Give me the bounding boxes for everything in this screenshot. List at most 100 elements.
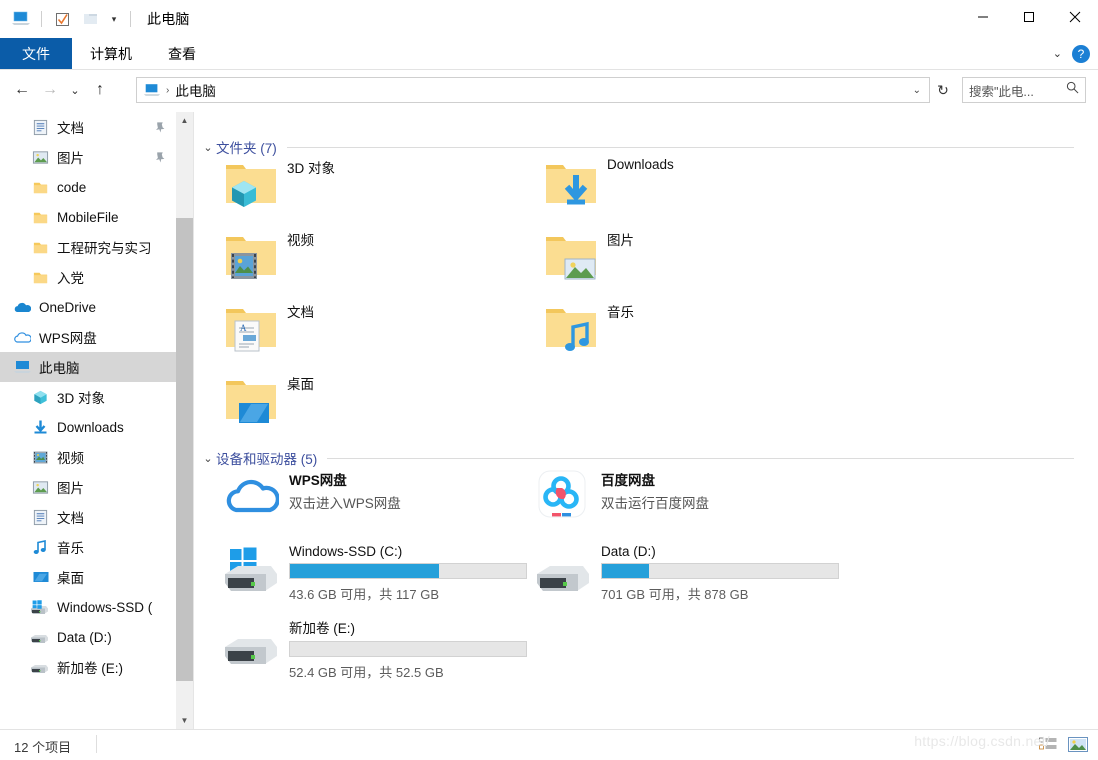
refresh-button[interactable]: ↻	[932, 79, 954, 101]
sidebar-item-label: 此电脑	[39, 361, 80, 376]
up-button[interactable]: ↑	[86, 76, 114, 104]
chevron-down-icon-folders[interactable]: ⌄	[200, 141, 216, 154]
content-pane: ⌄ 文件夹 (7) ⌄ 设备和驱动器 (5) 3D 对象 Downloads 视频 图…	[194, 112, 1098, 729]
drive-icon	[223, 617, 283, 673]
window-title: 此电脑	[147, 11, 190, 27]
downloads-icon	[30, 417, 50, 437]
details-view-button[interactable]	[1036, 733, 1060, 755]
sidebar-item-[interactable]: 工程研究与实习	[0, 232, 176, 262]
tab-file[interactable]: 文件	[0, 38, 72, 69]
drive-item[interactable]: Data (D:) 701 GB 可用，共 878 GB	[535, 544, 839, 603]
drive-name: Data (D:)	[601, 544, 656, 559]
sidebar-scrollbar[interactable]: ▲ ▼	[176, 112, 193, 729]
pin-icon[interactable]	[154, 151, 166, 163]
breadcrumb-separator[interactable]: ›	[166, 85, 169, 96]
sidebar-item-3d[interactable]: 3D 对象	[0, 382, 176, 412]
sidebar-item-wps[interactable]: WPS网盘	[0, 322, 176, 352]
address-input[interactable]: › 此电脑 ⌄	[136, 77, 930, 103]
quick-access-toolbar: ▾ 此电脑	[0, 0, 190, 38]
sidebar-item-[interactable]: 此电脑	[0, 352, 176, 382]
breadcrumb-this-pc[interactable]: 此电脑	[175, 80, 216, 100]
drive-item[interactable]: 新加卷 (E:) 52.4 GB 可用，共 52.5 GB	[223, 617, 527, 681]
folder-documents-icon: A	[223, 301, 279, 357]
sidebar-item-mobilefile[interactable]: MobileFile	[0, 202, 176, 232]
sidebar-item-label: 图片	[57, 481, 84, 496]
folder-tile[interactable]: 3D 对象	[223, 157, 335, 213]
group-header-devices[interactable]: ⌄ 设备和驱动器 (5)	[200, 448, 1080, 468]
help-icon[interactable]: ?	[1072, 44, 1090, 63]
sidebar-item-[interactable]: 文档	[0, 502, 176, 532]
sidebar-item-[interactable]: 图片	[0, 472, 176, 502]
sidebar-item-[interactable]: 桌面	[0, 562, 176, 592]
folder-tile[interactable]: 图片	[543, 229, 634, 285]
cloud-drive-item[interactable]: WPS网盘 双击进入WPS网盘	[223, 469, 401, 521]
drive-icon	[30, 627, 50, 647]
cloud-drive-name: 百度网盘	[601, 473, 655, 488]
maximize-button[interactable]	[1006, 0, 1052, 34]
sidebar-item-onedrive[interactable]: OneDrive	[0, 292, 176, 322]
sidebar-item-label: Downloads	[57, 419, 124, 435]
sidebar-item-code[interactable]: code	[0, 172, 176, 202]
tab-view[interactable]: 查看	[150, 38, 214, 69]
drive-icon	[535, 544, 595, 600]
quick-access-dropdown-caret[interactable]: ▾	[107, 14, 121, 24]
large-icons-view-button[interactable]	[1066, 733, 1090, 755]
tab-computer[interactable]: 计算机	[72, 38, 150, 69]
group-label-devices: 设备和驱动器 (5)	[216, 452, 318, 467]
drive-name: Windows-SSD (C:)	[289, 544, 403, 559]
search-input[interactable]: 搜索"此电...	[962, 77, 1086, 103]
navigation-pane[interactable]: 文档 图片 code MobileFile 工程研究与实习 入党 OneDrive WPS网盘…	[0, 112, 176, 729]
documents-icon	[30, 117, 50, 137]
folder-icon	[30, 177, 50, 197]
drive-item[interactable]: Windows-SSD (C:) 43.6 GB 可用，共 117 GB	[223, 544, 527, 603]
onedrive-icon	[12, 297, 32, 317]
pin-icon[interactable]	[154, 121, 166, 133]
status-divider	[96, 735, 97, 753]
close-button[interactable]	[1052, 0, 1098, 34]
folder-tile[interactable]: 音乐	[543, 301, 634, 357]
chevron-down-icon-devices[interactable]: ⌄	[200, 452, 216, 465]
scrollbar-thumb[interactable]	[176, 218, 193, 681]
sidebar-item-[interactable]: 音乐	[0, 532, 176, 562]
drive-capacity-fill	[290, 564, 439, 578]
sidebar-item-data-d[interactable]: Data (D:)	[0, 622, 176, 652]
sidebar-item-windows-ssd[interactable]: Windows-SSD (	[0, 592, 176, 622]
scroll-down-button[interactable]: ▼	[176, 712, 193, 729]
recent-locations-button[interactable]: ⌄	[64, 76, 86, 104]
pictures-icon	[30, 477, 50, 497]
folder-tile[interactable]: A 文档	[223, 301, 314, 357]
sidebar-item-downloads[interactable]: Downloads	[0, 412, 176, 442]
sidebar-item-[interactable]: 视频	[0, 442, 176, 472]
folder-downloads-icon	[543, 157, 599, 213]
sidebar-item-[interactable]: 图片	[0, 142, 176, 172]
folder-music-icon	[543, 301, 599, 357]
pc-icon[interactable]	[10, 8, 32, 30]
folder-tile[interactable]: 桌面	[223, 373, 314, 429]
minimize-button[interactable]	[960, 0, 1006, 34]
sidebar-item-[interactable]: 文档	[0, 112, 176, 142]
group-label-folders: 文件夹 (7)	[216, 141, 277, 156]
folder-tile[interactable]: Downloads	[543, 157, 674, 213]
scroll-up-button[interactable]: ▲	[176, 112, 193, 129]
folder-tile[interactable]: 视频	[223, 229, 314, 285]
chevron-down-icon[interactable]: ⌄	[1053, 47, 1062, 60]
group-header-folders[interactable]: ⌄ 文件夹 (7)	[200, 137, 1080, 157]
pictures-icon	[30, 147, 50, 167]
cloud-drive-item[interactable]: 百度网盘双击运行百度网盘	[535, 469, 709, 521]
drive-capacity-label: 701 GB 可用，共 878 GB	[601, 587, 749, 602]
sidebar-item-e[interactable]: 新加卷 (E:)	[0, 652, 176, 682]
search-icon[interactable]	[1066, 81, 1079, 99]
drive-capacity-bar	[601, 563, 839, 579]
cloud-drive-subtitle: 双击运行百度网盘	[601, 496, 709, 511]
drive-name: 新加卷 (E:)	[289, 621, 355, 636]
address-dropdown-caret[interactable]: ⌄	[913, 85, 921, 96]
checkbox-icon[interactable]	[51, 8, 73, 30]
folder-icon[interactable]	[79, 8, 101, 30]
back-button[interactable]: ←	[8, 76, 36, 104]
drive-capacity-bar	[289, 563, 527, 579]
sidebar-item-label: WPS网盘	[39, 331, 97, 346]
sidebar-item-[interactable]: 入党	[0, 262, 176, 292]
search-placeholder: 搜索"此电...	[969, 84, 1034, 99]
folder-desktop-icon	[223, 373, 279, 429]
forward-button[interactable]: →	[36, 76, 64, 104]
